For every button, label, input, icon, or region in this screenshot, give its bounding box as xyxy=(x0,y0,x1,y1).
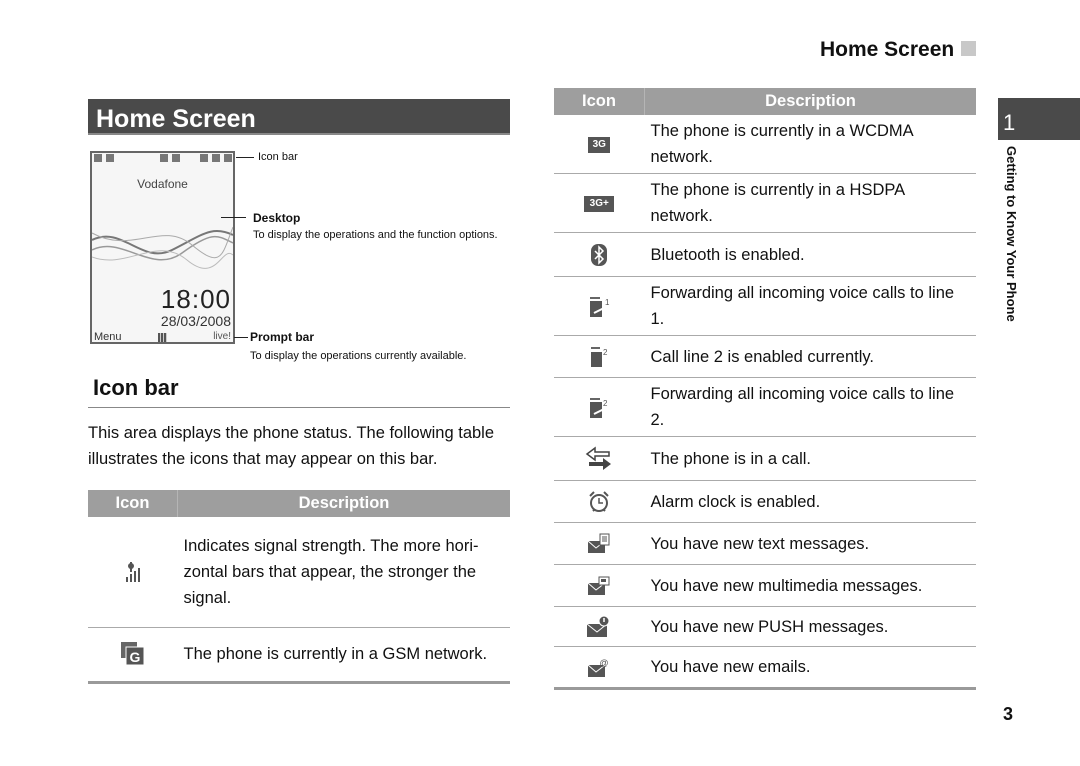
subsection-divider xyxy=(88,407,510,408)
forward-line2-icon: 2 xyxy=(590,397,609,418)
row-description: Indicates signal strength. The more hori… xyxy=(177,517,510,628)
row-description: The phone is currently in a GSM network. xyxy=(177,627,510,684)
clock-time: 18:00 xyxy=(160,284,231,314)
wcdma-network-icon: 3G xyxy=(588,136,611,153)
hsdpa-network-icon: 3G+ xyxy=(584,195,615,212)
phone-screenshot: Vodafone 18:00 28/03/2008 Menu live! xyxy=(90,151,235,344)
table-row: You have new PUSH messages. xyxy=(554,606,976,647)
desktop-callout-line xyxy=(221,217,246,218)
right-softkey-label: live! xyxy=(213,331,231,342)
battery-icon xyxy=(224,154,232,162)
header-square-marker xyxy=(961,41,976,56)
signal-icon xyxy=(94,154,102,162)
table-row: 2 Forwarding all incoming voice calls to… xyxy=(554,377,976,437)
multimedia-message-icon xyxy=(587,576,610,596)
row-description: Forwarding all incoming voice calls to l… xyxy=(644,276,976,336)
speaker-icon xyxy=(200,154,208,162)
svg-text:2: 2 xyxy=(603,348,608,357)
running-header: Home Screen xyxy=(820,38,955,61)
desktop-callout-description: To display the operations and the functi… xyxy=(253,229,498,241)
message-icon xyxy=(172,154,180,162)
table-row: 3G The phone is currently in a WCDMA net… xyxy=(554,115,976,174)
svg-text:G: G xyxy=(129,649,140,665)
in-call-icon xyxy=(586,446,612,470)
alarm-icon xyxy=(160,154,168,162)
bluetooth-icon xyxy=(591,244,608,267)
table-row: 2 Call line 2 is enabled currently. xyxy=(554,335,976,378)
icon-table-left: Icon Description Indicates signal streng… xyxy=(88,490,510,684)
row-description: You have new multimedia messages. xyxy=(644,564,976,607)
call-line2-icon: 2 xyxy=(591,347,608,368)
wallpaper-waves xyxy=(92,226,233,269)
row-description: Alarm clock is enabled. xyxy=(644,480,976,523)
row-description: Call line 2 is enabled currently. xyxy=(644,335,976,378)
subsection-title: Icon bar xyxy=(93,375,179,400)
table-row: The phone is in a call. xyxy=(554,436,976,481)
column-header-description: Description xyxy=(644,88,976,115)
phone-icon-bar xyxy=(94,154,232,166)
push-message-icon xyxy=(586,615,610,638)
forward-line1-icon: 1 xyxy=(590,296,610,317)
sim-icon xyxy=(212,154,220,162)
row-description: The phone is currently in a WCDMA networ… xyxy=(644,115,976,174)
row-description: Bluetooth is enabled. xyxy=(644,232,976,277)
table-row: You have new text messages. xyxy=(554,522,976,565)
table-row: Indicates signal strength. The more hori… xyxy=(88,517,510,628)
table-row: You have new multimedia messages. xyxy=(554,564,976,607)
grid-icon xyxy=(158,333,167,342)
table-header-row: Icon Description xyxy=(554,88,976,115)
svg-text:1: 1 xyxy=(605,298,610,307)
icon-bar-callout-label: Icon bar xyxy=(258,151,298,163)
prompt-bar-callout-title: Prompt bar xyxy=(250,330,315,344)
section-title: Home Screen xyxy=(88,99,510,135)
email-icon: @ xyxy=(587,658,609,677)
table-row: G The phone is currently in a GSM networ… xyxy=(88,627,510,684)
row-description: The phone is in a call. xyxy=(644,436,976,481)
column-header-description: Description xyxy=(177,490,510,517)
svg-text:2: 2 xyxy=(603,399,608,408)
page-number: 3 xyxy=(1003,704,1014,724)
row-description: You have new emails. xyxy=(644,646,976,690)
gsm-network-icon: G xyxy=(120,642,145,666)
alarm-clock-icon xyxy=(589,491,609,513)
table-header-row: Icon Description xyxy=(88,490,510,517)
column-header-icon: Icon xyxy=(88,490,178,517)
chapter-title: Getting to Know Your Phone xyxy=(1004,146,1019,322)
clock-date: 28/03/2008 xyxy=(160,313,231,329)
icon-table-right: Icon Description 3G The phone is current… xyxy=(554,88,976,690)
column-header-icon: Icon xyxy=(554,88,645,115)
svg-text:@: @ xyxy=(600,658,609,668)
icon-bar-callout-line xyxy=(236,157,254,158)
table-row: Alarm clock is enabled. xyxy=(554,480,976,523)
table-row: @ You have new emails. xyxy=(554,646,976,690)
prompt-bar-callout-line xyxy=(234,337,248,338)
signal-strength-icon xyxy=(125,562,140,583)
prompt-bar-callout-description: To display the operations currently avai… xyxy=(250,350,467,362)
row-description: The phone is currently in a HSDPA networ… xyxy=(644,173,976,233)
table-row: Bluetooth is enabled. xyxy=(554,232,976,277)
table-row: 1 Forwarding all incoming voice calls to… xyxy=(554,276,976,336)
table-row: 3G+ The phone is currently in a HSDPA ne… xyxy=(554,173,976,233)
network-icon xyxy=(106,154,114,162)
text-message-icon xyxy=(587,533,610,554)
chapter-tab: 1 xyxy=(998,98,1080,140)
row-description: Forwarding all incoming voice calls to l… xyxy=(644,377,976,437)
row-description: You have new PUSH messages. xyxy=(644,606,976,647)
desktop-callout-title: Desktop xyxy=(253,211,301,225)
left-softkey-label: Menu xyxy=(94,331,122,343)
row-description: You have new text messages. xyxy=(644,522,976,565)
carrier-name: Vodafone xyxy=(137,177,188,191)
intro-paragraph: This area displays the phone status. The… xyxy=(88,424,495,468)
